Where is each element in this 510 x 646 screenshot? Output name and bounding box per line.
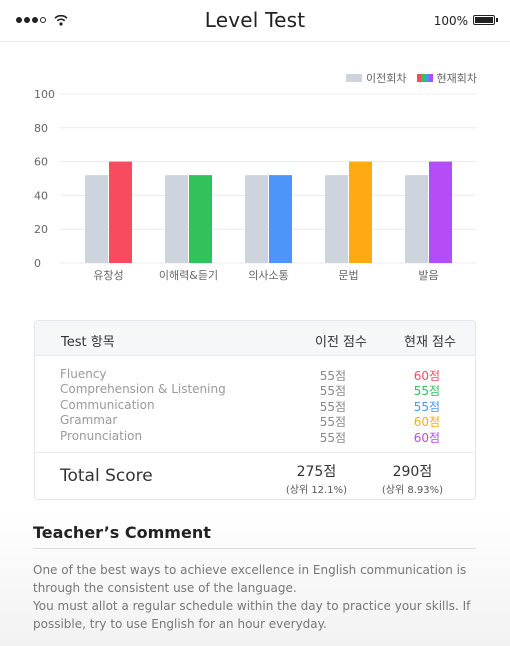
- table-rows: Fluency 55점 60점 Comprehension & Listening 55…: [35, 356, 475, 453]
- comment-title: Teacher’s Comment: [33, 523, 211, 542]
- bar-current: [429, 161, 452, 263]
- row-current-score: 60점: [413, 430, 440, 445]
- table-row: Communication 55점 55점: [35, 397, 475, 414]
- table-header: Test 항목 이전 점수 현재 점수: [35, 321, 475, 356]
- legend-swatch-previous: [346, 74, 363, 82]
- score-table: Test 항목 이전 점수 현재 점수 Fluency 55점 60점 Compreh…: [34, 320, 476, 500]
- bar-current: [349, 161, 372, 263]
- table-row: Grammar 55점 60점: [35, 413, 475, 429]
- y-tick-label: 60: [34, 156, 48, 169]
- total-previous-rank: (상위 12.1%): [285, 485, 347, 496]
- header-current-score: 현재 점수: [404, 335, 456, 350]
- header-previous-score: 이전 점수: [315, 335, 367, 350]
- total-score-row: Total Score 275점 (상위 12.1%) 290점 (상위 8.9…: [35, 453, 475, 499]
- status-bar: Level Test 100%: [0, 0, 510, 42]
- bar-current: [189, 175, 212, 263]
- x-tick-label: 이해력&듣기: [159, 268, 218, 282]
- comment-body: One of the best ways to achieve excellen…: [33, 561, 483, 633]
- row-previous-score: 55점: [319, 430, 346, 445]
- total-previous: 275점 (상위 12.1%): [286, 461, 347, 496]
- x-tick-label: 문법: [338, 269, 358, 282]
- table-row: Fluency 55점 60점: [35, 367, 475, 383]
- table-row: Comprehension & Listening 55점 55점: [35, 382, 475, 398]
- y-tick-label: 0: [34, 257, 41, 270]
- bar-previous: [325, 175, 348, 263]
- row-item-name: Fluency: [60, 367, 107, 381]
- total-previous-score: 275점: [296, 464, 337, 480]
- x-tick-label: 유창성: [93, 269, 123, 282]
- total-current-rank: (상위 8.93%): [381, 485, 443, 496]
- teacher-comment-section: Teacher’s Comment One of the best ways t…: [0, 508, 510, 646]
- total-score-label: Total Score: [60, 466, 153, 486]
- bar-previous: [165, 175, 188, 263]
- row-item-name: Communication: [60, 397, 155, 412]
- comment-divider: [33, 548, 476, 549]
- battery-percentage: 100%: [433, 14, 468, 28]
- bar-current: [269, 175, 292, 263]
- y-tick-label: 20: [34, 223, 48, 236]
- bar-previous: [85, 175, 108, 263]
- row-item-name: Comprehension & Listening: [60, 382, 226, 397]
- bar-current: [109, 161, 132, 263]
- total-current-score: 290점: [392, 464, 433, 480]
- row-item-name: Pronunciation: [60, 428, 143, 443]
- table-row: Pronunciation 55점 60점: [35, 428, 475, 445]
- y-tick-label: 100: [34, 88, 55, 101]
- bar-previous: [405, 175, 428, 263]
- total-current: 290점 (상위 8.93%): [382, 461, 443, 496]
- row-item-name: Grammar: [60, 413, 118, 428]
- comment-text-2: You must allot a regular schedule within…: [33, 599, 471, 631]
- header-item: Test 항목: [61, 335, 115, 350]
- battery-icon: [473, 15, 498, 25]
- legend-swatch-current: [416, 74, 433, 82]
- y-tick-label: 40: [34, 189, 48, 202]
- comment-text-1: One of the best ways to achieve excellen…: [33, 563, 467, 595]
- x-tick-label: 발음: [418, 269, 438, 282]
- x-tick-label: 의사소통: [248, 269, 288, 282]
- y-tick-label: 80: [34, 122, 48, 135]
- score-bar-chart: 0 20 40 60 80 100 유창성 이해력&듣기 의사소통 문법 발음: [34, 88, 476, 282]
- bar-previous: [245, 175, 268, 263]
